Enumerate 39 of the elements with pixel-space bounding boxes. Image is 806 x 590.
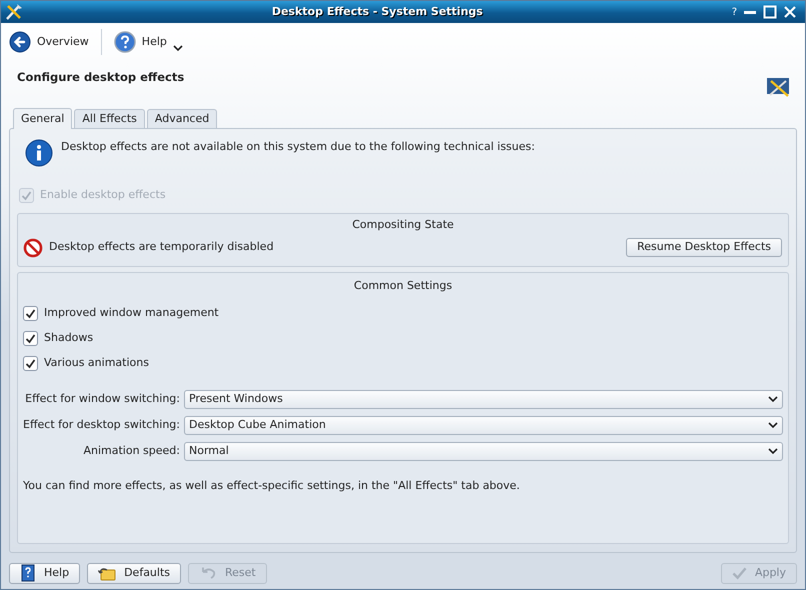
checkbox-label: Improved window management (44, 304, 219, 321)
footer-button[interactable]: Help (9, 562, 80, 584)
help-book-icon (20, 564, 36, 582)
desktop-tools-icon (767, 78, 791, 98)
forbidden-icon (23, 238, 43, 258)
hint-text: You can find more effects, as well as effect-specific settings, in the "All Effects" tab above. (23, 478, 521, 494)
checkbox[interactable] (23, 330, 38, 346)
toolbar-button[interactable]: Help (114, 31, 183, 53)
dropdown[interactable]: Desktop Cube Animation (184, 416, 783, 434)
toolbar-button[interactable]: Overview (9, 31, 89, 53)
close-icon[interactable] (783, 5, 797, 19)
checkbox[interactable] (23, 306, 38, 320)
field-label: Animation speed: (82, 442, 180, 459)
group-title: Common Settings (352, 278, 454, 294)
status-text: Desktop effects are temporarily disabled (49, 239, 274, 256)
checkbox-label: Various animations (44, 354, 149, 371)
checkbox-label: Shadows (44, 330, 94, 346)
checkbox-label: Enable desktop effects (40, 186, 166, 203)
help-icon (114, 31, 136, 53)
page-heading: Configure desktop effects (17, 69, 184, 86)
dropdown[interactable]: Present Windows (184, 390, 783, 408)
maximize-icon[interactable] (763, 5, 777, 19)
resume-button[interactable]: Resume Desktop Effects (626, 238, 782, 257)
field-label: Effect for window switching: (24, 390, 180, 407)
dropdown[interactable]: Normal (184, 442, 783, 460)
tools-icon (5, 3, 23, 21)
tab[interactable]: General (13, 108, 72, 129)
footer-button[interactable]: Defaults (87, 562, 182, 584)
checkbox[interactable] (23, 356, 38, 370)
field-label: Effect for desktop switching: (23, 416, 180, 433)
window-title: Desktop Effects - System Settings (270, 4, 484, 20)
group-title: Compositing State (351, 217, 455, 233)
undo-icon (199, 566, 218, 580)
tab[interactable]: Advanced (146, 109, 218, 128)
info-icon (25, 139, 53, 167)
tab[interactable]: All Effects (74, 109, 145, 128)
notice-text: Desktop effects are not available on this system due to the following technical issues: (61, 139, 535, 155)
checkmark-icon (732, 566, 747, 580)
help-button[interactable]: ? (732, 4, 737, 20)
